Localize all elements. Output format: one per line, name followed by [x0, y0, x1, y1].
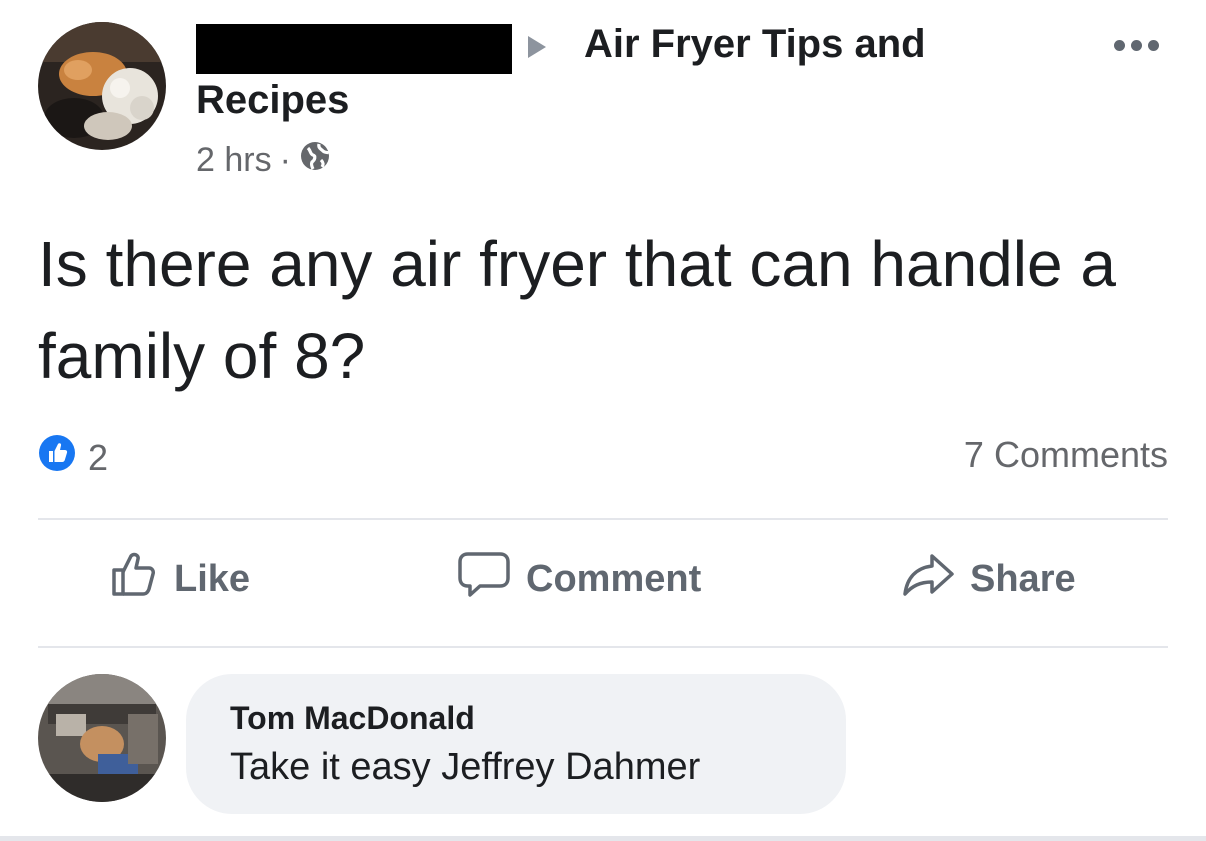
comment-text: Take it easy Jeffrey Dahmer — [230, 746, 701, 788]
author-avatar[interactable] — [38, 22, 166, 150]
redacted-author-name — [196, 24, 512, 74]
divider — [38, 518, 1168, 520]
comment-bubble-icon — [456, 548, 512, 610]
group-name-continued[interactable]: Recipes — [196, 78, 349, 123]
reactions-summary[interactable]: 2 — [38, 434, 108, 481]
share-button[interactable]: Share — [900, 548, 1076, 610]
like-reaction-icon — [38, 434, 76, 481]
like-button[interactable]: Like — [108, 548, 250, 610]
post-card: Air Fryer Tips and Recipes 2 hrs · Is th… — [0, 0, 1206, 841]
comment-button[interactable]: Comment — [456, 548, 701, 610]
bottom-border — [0, 836, 1206, 841]
shared-to-arrow-icon — [528, 36, 546, 58]
like-label: Like — [174, 557, 251, 600]
comments-count[interactable]: 7 Comments — [964, 434, 1168, 476]
share-label: Share — [970, 557, 1076, 600]
comment-bubble: Tom MacDonald Take it easy Jeffrey Dahme… — [186, 674, 846, 814]
post-timestamp[interactable]: 2 hrs — [196, 141, 272, 180]
divider — [38, 646, 1168, 648]
comment-author[interactable]: Tom MacDonald — [230, 700, 475, 737]
meta-separator: · — [279, 141, 291, 179]
thumbs-up-icon — [108, 548, 160, 610]
like-count: 2 — [88, 436, 109, 478]
post-text: Is there any air fryer that can handle a… — [38, 228, 1116, 392]
group-name[interactable]: Air Fryer Tips and — [584, 22, 926, 67]
globe-icon — [299, 140, 331, 181]
comment-label: Comment — [526, 557, 702, 600]
action-bar: Like Comment Share — [38, 548, 1168, 620]
commenter-avatar[interactable] — [38, 674, 166, 802]
share-arrow-icon — [900, 548, 956, 610]
more-options-icon[interactable] — [1114, 40, 1159, 51]
post-meta: 2 hrs · — [196, 140, 331, 181]
